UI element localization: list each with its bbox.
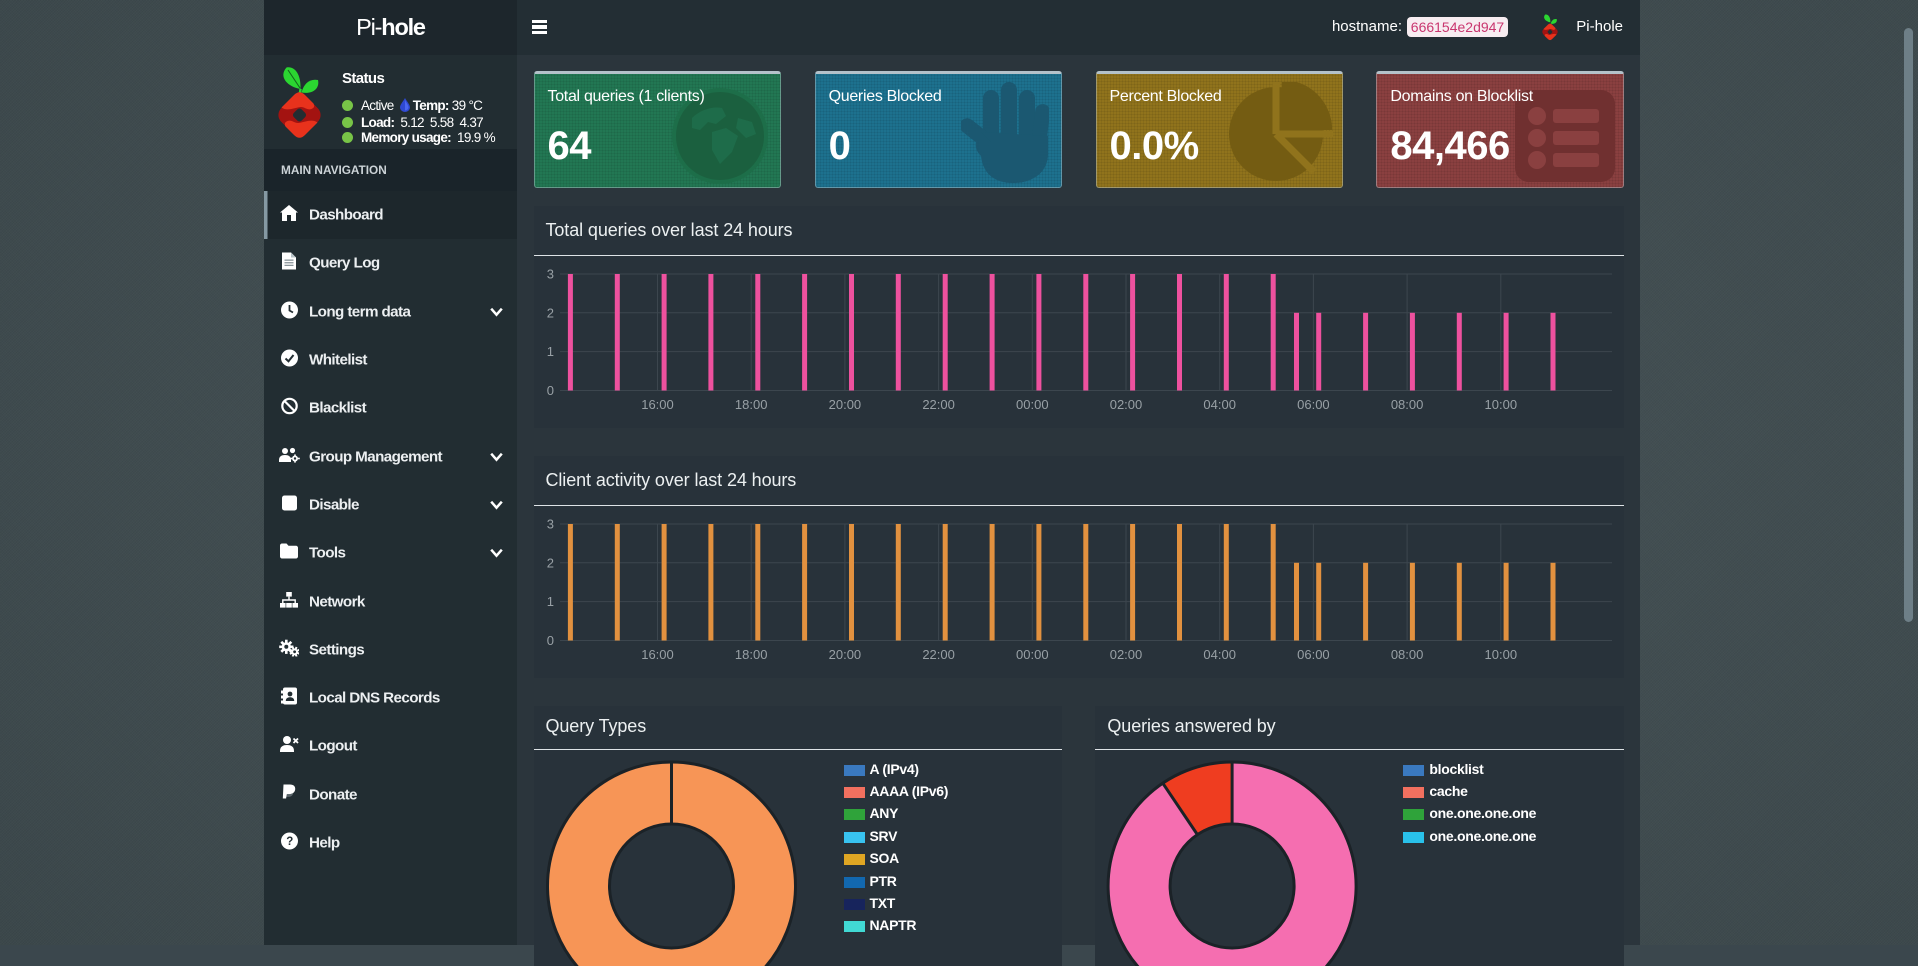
svg-text:3: 3	[546, 267, 553, 282]
svg-text:18:00: 18:00	[734, 397, 767, 412]
svg-text:16:00: 16:00	[641, 397, 674, 412]
svg-text:18:00: 18:00	[734, 647, 767, 662]
svg-text:2: 2	[546, 555, 553, 570]
svg-text:0: 0	[546, 383, 553, 398]
svg-text:20:00: 20:00	[828, 647, 861, 662]
svg-text:3: 3	[546, 517, 553, 532]
svg-text:20:00: 20:00	[828, 397, 861, 412]
svg-text:16:00: 16:00	[641, 647, 674, 662]
svg-text:1: 1	[546, 344, 553, 359]
svg-text:06:00: 06:00	[1297, 397, 1330, 412]
svg-text:2: 2	[546, 305, 553, 320]
svg-text:02:00: 02:00	[1109, 397, 1142, 412]
svg-text:04:00: 04:00	[1203, 397, 1236, 412]
svg-text:1: 1	[546, 594, 553, 609]
svg-text:22:00: 22:00	[922, 647, 955, 662]
svg-text:08:00: 08:00	[1390, 647, 1423, 662]
svg-text:?: ?	[286, 836, 293, 848]
svg-text:0: 0	[546, 633, 553, 648]
svg-text:22:00: 22:00	[922, 397, 955, 412]
svg-text:00:00: 00:00	[1016, 647, 1049, 662]
svg-text:08:00: 08:00	[1390, 397, 1423, 412]
svg-text:02:00: 02:00	[1109, 647, 1142, 662]
svg-text:00:00: 00:00	[1016, 397, 1049, 412]
svg-text:04:00: 04:00	[1203, 647, 1236, 662]
svg-text:10:00: 10:00	[1484, 397, 1517, 412]
svg-text:06:00: 06:00	[1297, 647, 1330, 662]
svg-text:10:00: 10:00	[1484, 647, 1517, 662]
